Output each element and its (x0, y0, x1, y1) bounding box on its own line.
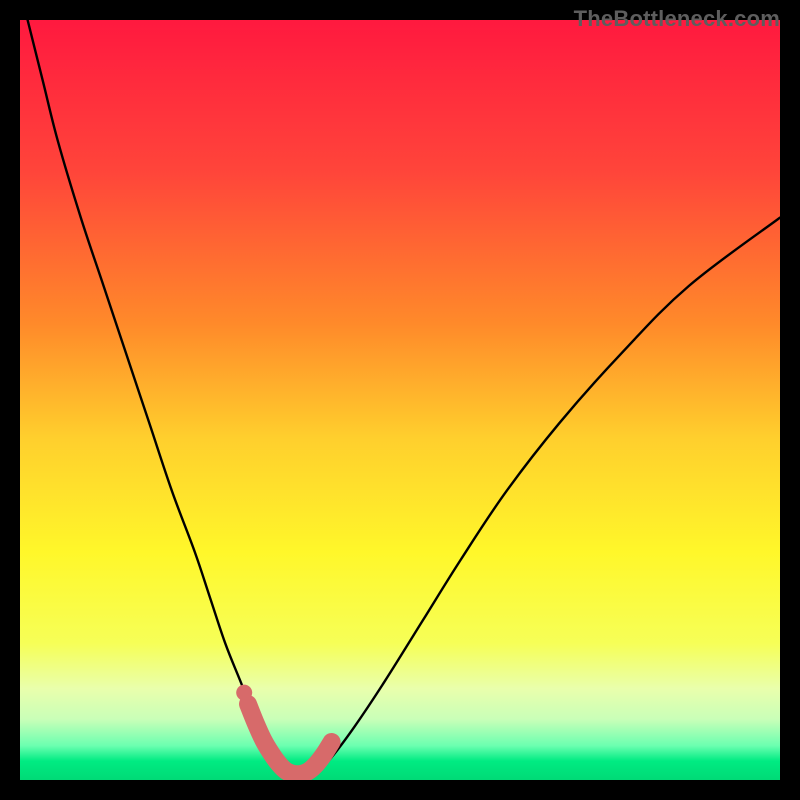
plot-background (20, 20, 780, 780)
marker-dot (236, 685, 252, 701)
watermark-text: TheBottleneck.com (574, 6, 780, 32)
bottleneck-chart (20, 20, 780, 780)
chart-frame (20, 20, 780, 780)
